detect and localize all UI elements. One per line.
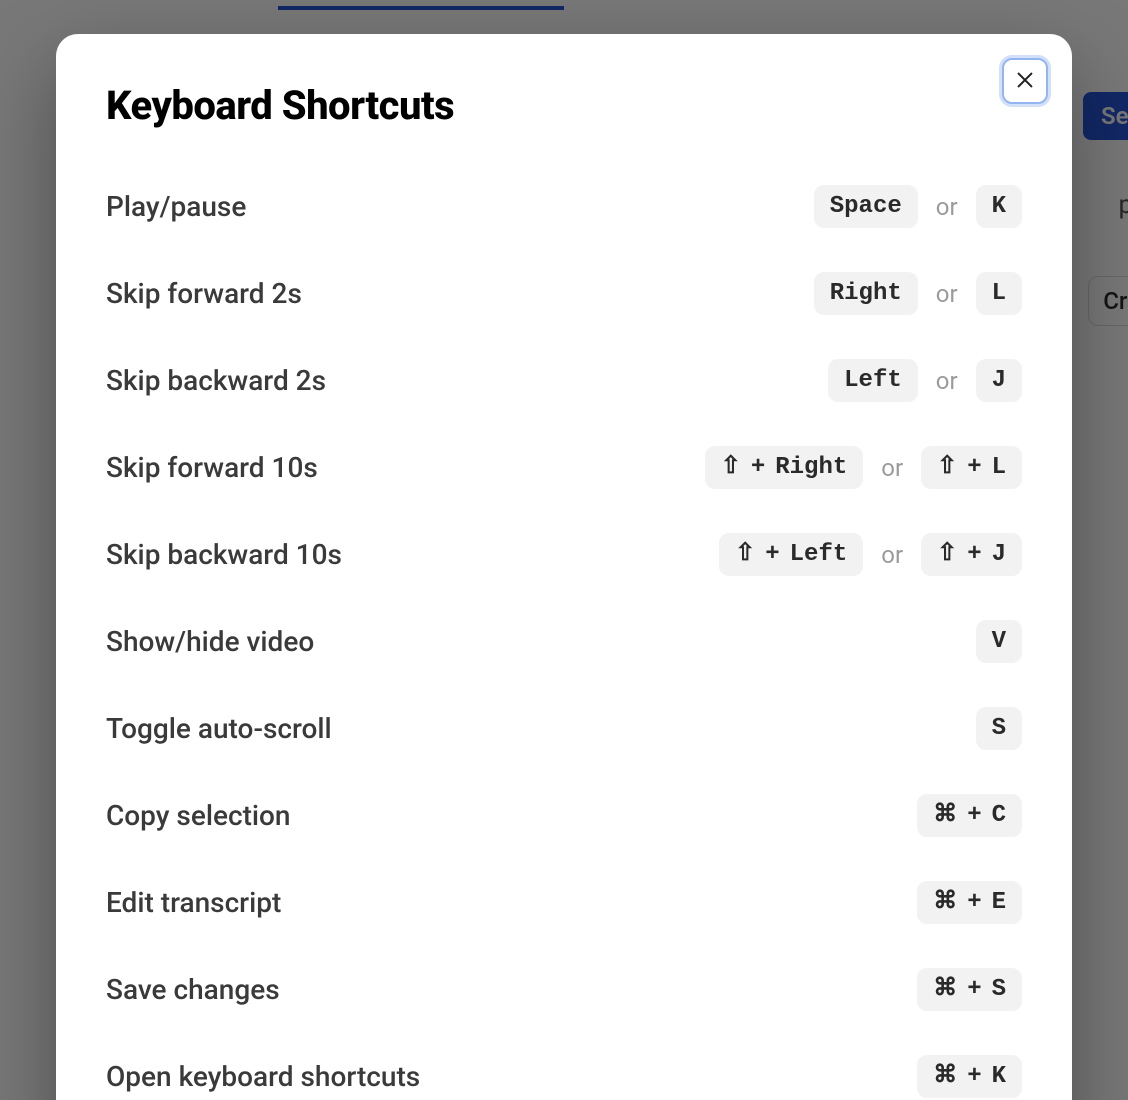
shift-icon: ⇧ <box>735 543 755 567</box>
shortcut-keys: V <box>976 620 1022 663</box>
shortcut-label: Edit transcript <box>106 886 281 919</box>
plus-glyph: + <box>751 454 765 481</box>
key-label: L <box>992 454 1006 481</box>
shortcut-row: Save changes ⌘ + S <box>106 946 1022 1033</box>
plus-glyph: + <box>967 802 981 829</box>
shortcut-label: Play/pause <box>106 190 246 223</box>
shortcut-row: Open keyboard shortcuts ⌘ + K <box>106 1033 1022 1100</box>
modal-title: Keyboard Shortcuts <box>106 82 1022 129</box>
plus-glyph: + <box>967 541 981 568</box>
shortcut-keys: ⌘ + C <box>917 794 1022 837</box>
close-button[interactable] <box>1002 58 1048 104</box>
key-combo: ⇧ + J <box>921 533 1022 576</box>
key-label: E <box>992 889 1006 916</box>
command-icon: ⌘ <box>933 891 957 915</box>
shortcut-row: Show/hide video V <box>106 598 1022 685</box>
key-label: K <box>992 1063 1006 1090</box>
key-combo: Right <box>814 272 918 315</box>
close-icon <box>1014 69 1036 94</box>
key-combo: K <box>976 185 1022 228</box>
shortcut-row: Skip backward 10s ⇧ + Left or ⇧ + J <box>106 511 1022 598</box>
shortcut-label: Copy selection <box>106 799 291 832</box>
shortcut-label: Save changes <box>106 973 280 1006</box>
key-combo: V <box>976 620 1022 663</box>
or-separator: or <box>936 280 958 308</box>
key-combo: Space <box>814 185 918 228</box>
shortcut-list: Play/pause Space or K Skip forward 2s Right or… <box>106 163 1022 1100</box>
shortcut-label: Skip forward 2s <box>106 277 302 310</box>
shortcut-row: Play/pause Space or K <box>106 163 1022 250</box>
key-combo: ⇧ + Right <box>705 446 864 489</box>
key-combo: ⇧ + Left <box>719 533 863 576</box>
plus-glyph: + <box>967 976 981 1003</box>
key-combo: ⌘ + S <box>917 968 1022 1011</box>
shortcut-keys: Right or L <box>814 272 1022 315</box>
shortcut-label: Toggle auto-scroll <box>106 712 332 745</box>
keyboard-shortcuts-modal: Keyboard Shortcuts Play/pause Space or K Ski… <box>56 34 1072 1100</box>
shortcut-keys: ⌘ + S <box>917 968 1022 1011</box>
shortcut-keys: Left or J <box>828 359 1022 402</box>
shortcut-label: Skip backward 10s <box>106 538 342 571</box>
or-separator: or <box>936 367 958 395</box>
key-combo: J <box>976 359 1022 402</box>
shortcut-keys: ⇧ + Right or ⇧ + L <box>705 446 1022 489</box>
key-combo: Left <box>828 359 918 402</box>
key-combo: ⌘ + E <box>917 881 1022 924</box>
shortcut-keys: Space or K <box>814 185 1022 228</box>
key-combo: ⇧ + L <box>921 446 1022 489</box>
key-label: S <box>992 715 1006 742</box>
plus-glyph: + <box>967 454 981 481</box>
key-label: L <box>992 280 1006 307</box>
command-icon: ⌘ <box>933 804 957 828</box>
shortcut-keys: ⌘ + E <box>917 881 1022 924</box>
command-icon: ⌘ <box>933 978 957 1002</box>
key-label: K <box>992 193 1006 220</box>
shortcut-row: Edit transcript ⌘ + E <box>106 859 1022 946</box>
shortcut-label: Open keyboard shortcuts <box>106 1060 420 1093</box>
plus-glyph: + <box>967 1063 981 1090</box>
shortcut-keys: S <box>976 707 1022 750</box>
key-combo: ⌘ + K <box>917 1055 1022 1098</box>
key-label: C <box>992 802 1006 829</box>
key-combo: L <box>976 272 1022 315</box>
key-label: Left <box>790 541 848 568</box>
shift-icon: ⇧ <box>721 456 741 480</box>
shift-icon: ⇧ <box>937 456 957 480</box>
shift-icon: ⇧ <box>937 543 957 567</box>
key-label: J <box>992 541 1006 568</box>
modal-overlay[interactable]: Keyboard Shortcuts Play/pause Space or K Ski… <box>0 0 1128 1100</box>
key-combo: S <box>976 707 1022 750</box>
key-label: Right <box>775 454 847 481</box>
plus-glyph: + <box>765 541 779 568</box>
shortcut-label: Skip backward 2s <box>106 364 326 397</box>
shortcut-keys: ⇧ + Left or ⇧ + J <box>719 533 1022 576</box>
or-separator: or <box>936 193 958 221</box>
shortcut-row: Skip forward 10s ⇧ + Right or ⇧ + L <box>106 424 1022 511</box>
shortcut-row: Copy selection ⌘ + C <box>106 772 1022 859</box>
key-label: Right <box>830 280 902 307</box>
plus-glyph: + <box>967 889 981 916</box>
key-label: V <box>992 628 1006 655</box>
key-label: S <box>992 976 1006 1003</box>
or-separator: or <box>881 541 903 569</box>
shortcut-row: Skip backward 2s Left or J <box>106 337 1022 424</box>
key-combo: ⌘ + C <box>917 794 1022 837</box>
shortcut-keys: ⌘ + K <box>917 1055 1022 1098</box>
key-label: Left <box>844 367 902 394</box>
or-separator: or <box>881 454 903 482</box>
shortcut-row: Toggle auto-scroll S <box>106 685 1022 772</box>
key-label: Space <box>830 193 902 220</box>
key-label: J <box>992 367 1006 394</box>
shortcut-row: Skip forward 2s Right or L <box>106 250 1022 337</box>
command-icon: ⌘ <box>933 1065 957 1089</box>
shortcut-label: Show/hide video <box>106 625 314 658</box>
shortcut-label: Skip forward 10s <box>106 451 318 484</box>
